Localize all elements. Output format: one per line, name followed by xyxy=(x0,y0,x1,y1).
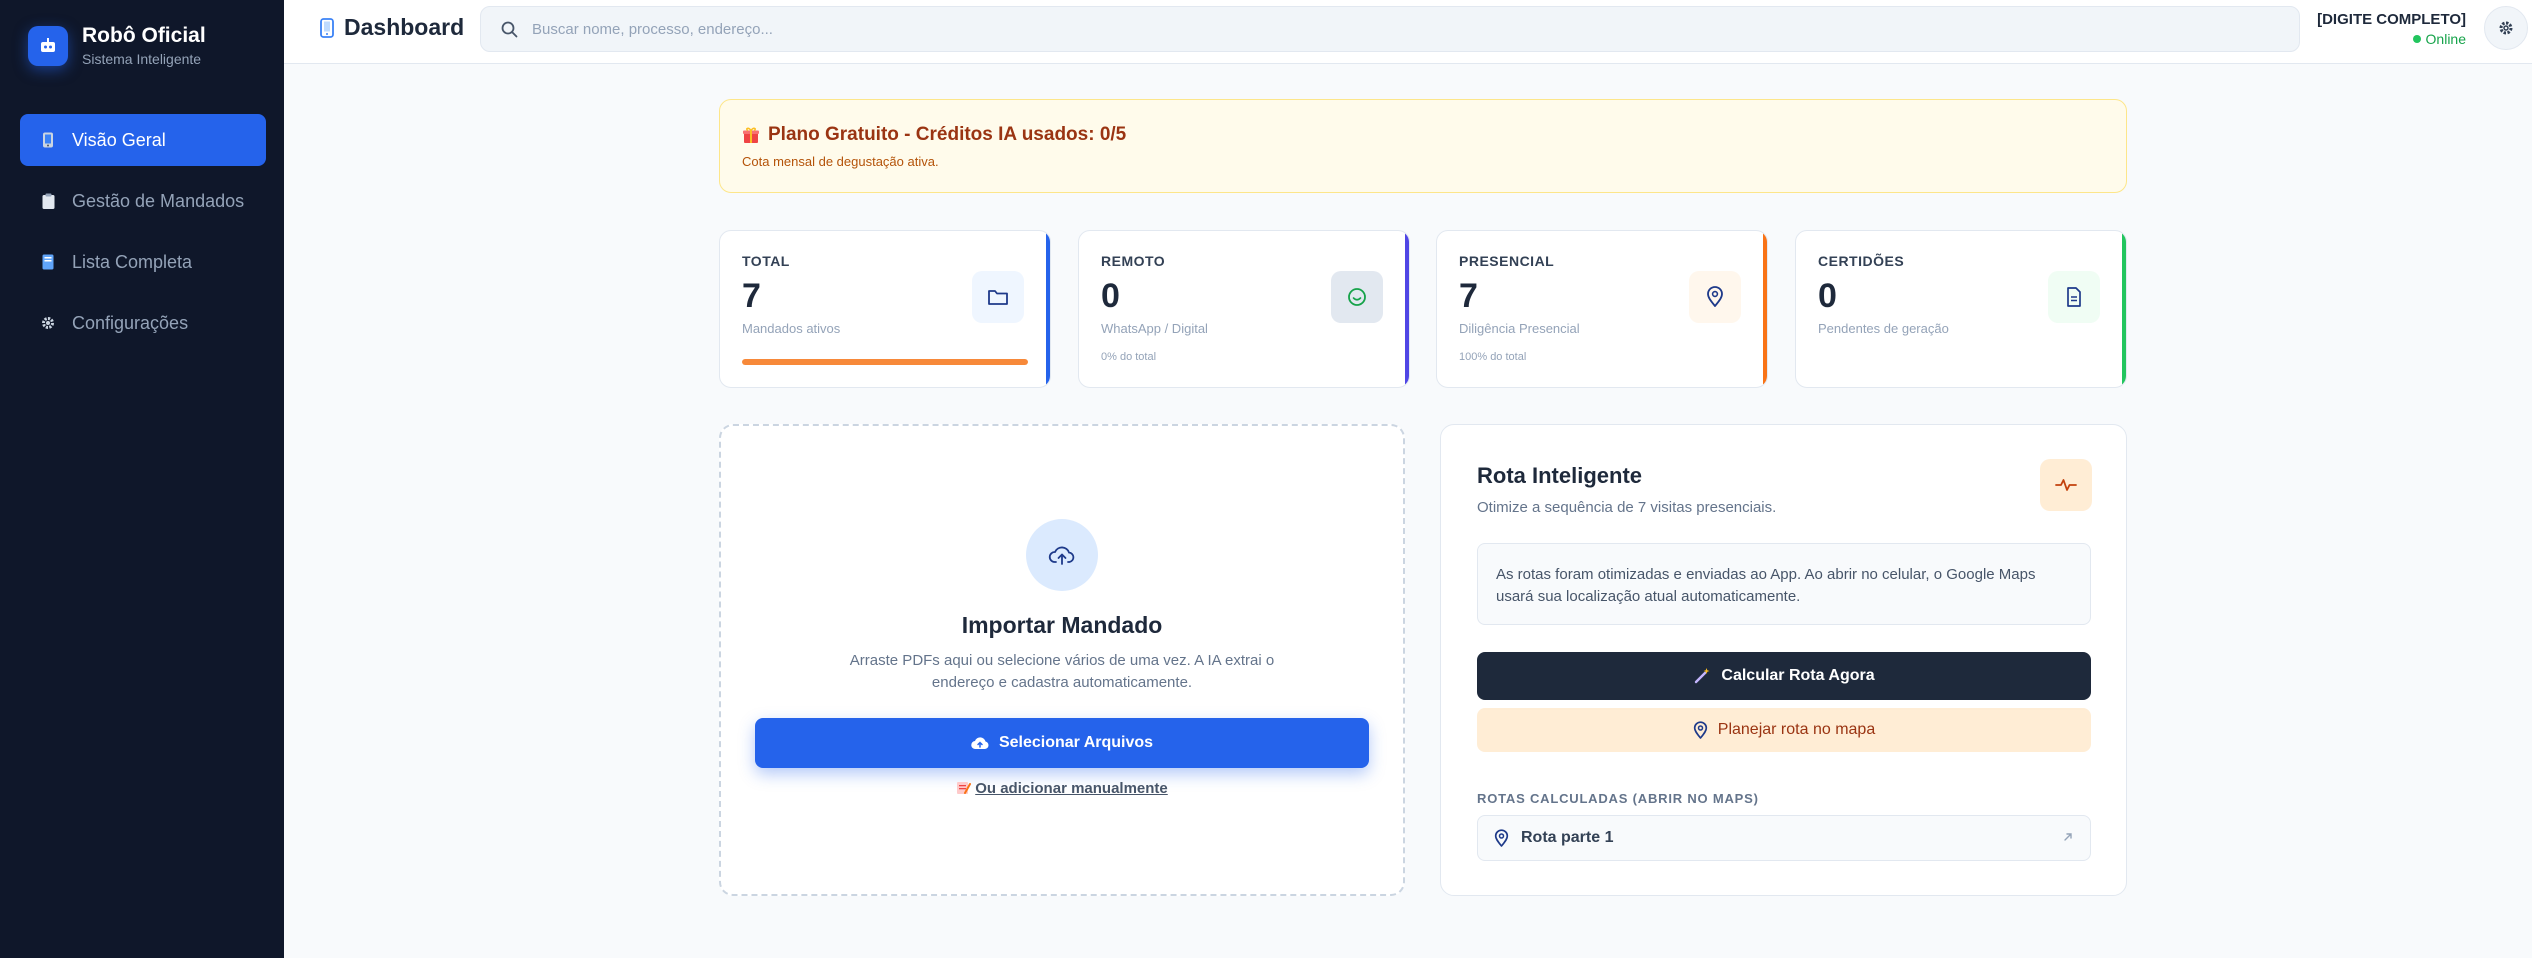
stat-description: Diligência Presencial xyxy=(1459,321,1580,336)
stat-card-presencial[interactable]: PRESENCIAL 7 Diligência Presencial 100% … xyxy=(1436,230,1768,388)
plan-banner: Plano Gratuito - Créditos IA usados: 0/5… xyxy=(719,99,2127,193)
route-info-box: As rotas foram otimizadas e enviadas ao … xyxy=(1477,543,2091,625)
user-status: Online xyxy=(2317,31,2466,47)
calculate-route-label: Calcular Rota Agora xyxy=(1721,667,1875,684)
map-pin-icon xyxy=(1693,720,1707,739)
route-item-label: Rota parte 1 xyxy=(1521,829,1614,846)
brand-title: Robô Oficial xyxy=(82,24,206,47)
stat-value: 7 xyxy=(742,277,761,315)
search-input[interactable] xyxy=(532,20,2232,38)
page-title: Dashboard xyxy=(320,14,464,41)
cloud-upload-icon xyxy=(971,737,989,750)
route-title: Rota Inteligente xyxy=(1477,463,1643,488)
plan-banner-title: Plano Gratuito - Créditos IA usados: 0/5 xyxy=(742,124,2104,146)
gift-icon xyxy=(743,127,759,143)
brand[interactable]: Robô Oficial Sistema Inteligente xyxy=(28,24,206,68)
sidebar-item-label: Visão Geral xyxy=(72,129,166,150)
stat-card-total[interactable]: TOTAL 7 Mandados ativos xyxy=(719,230,1051,388)
stat-description: Pendentes de geração xyxy=(1818,321,1949,336)
select-files-label: Selecionar Arquivos xyxy=(998,734,1154,751)
sidebar-item-lista-completa[interactable]: Lista Completa xyxy=(20,236,266,288)
stat-label: REMOTO xyxy=(1101,253,1166,269)
stat-card-remoto[interactable]: REMOTO 0 WhatsApp / Digital 0% do total xyxy=(1078,230,1410,388)
sidebar: Robô Oficial Sistema Inteligente Visão G… xyxy=(0,0,284,958)
settings-button[interactable] xyxy=(2484,6,2528,50)
page-title-text: Dashboard xyxy=(344,14,465,40)
stat-value: 0 xyxy=(1101,277,1120,315)
folder-icon xyxy=(972,271,1024,323)
stat-card-certidoes[interactable]: CERTIDÕES 0 Pendentes de geração xyxy=(1795,230,2127,388)
stat-description: Mandados ativos xyxy=(742,321,841,336)
user-name: [DIGITE COMPLETO] xyxy=(2317,11,2466,28)
stat-description: WhatsApp / Digital xyxy=(1101,321,1208,336)
plan-route-map-label: Planejar rota no mapa xyxy=(1717,721,1876,738)
stat-percentage: 0% do total xyxy=(1101,351,1157,363)
cloud-upload-icon xyxy=(1026,519,1098,591)
sidebar-item-configuracoes[interactable]: Configurações xyxy=(20,297,266,349)
sidebar-item-gestao-de-mandados[interactable]: Gestão de Mandados xyxy=(20,175,266,227)
total-progress-bar xyxy=(742,359,1028,365)
import-description: Arraste PDFs aqui ou selecione vários de… xyxy=(849,652,1275,691)
route-panel: Rota Inteligente Otimize a sequência de … xyxy=(1440,424,2127,896)
route-activity-icon xyxy=(2040,459,2092,511)
search-icon xyxy=(501,21,518,37)
stat-label: CERTIDÕES xyxy=(1818,253,1905,269)
route-list-item[interactable]: Rota parte 1 xyxy=(1477,815,2091,861)
top-header: Dashboard [DIGITE COMPLETO] Online xyxy=(284,0,2532,64)
sidebar-item-visao-geral[interactable]: Visão Geral xyxy=(20,114,266,166)
map-pin-icon xyxy=(1494,828,1509,847)
calculated-routes-header: ROTAS CALCULADAS (ABRIR NO MAPS) xyxy=(1477,791,1759,806)
user-status-text: Online xyxy=(2425,31,2466,47)
stat-value: 0 xyxy=(1818,277,1837,315)
map-pin-icon xyxy=(1689,271,1741,323)
total-progress-fill xyxy=(742,359,1028,365)
stat-label: TOTAL xyxy=(742,253,790,269)
mobile-icon xyxy=(320,17,334,38)
document-icon xyxy=(2048,271,2100,323)
plan-banner-title-text: Plano Gratuito - Créditos IA usados: 0/5 xyxy=(768,124,1127,145)
search-bar[interactable] xyxy=(480,6,2300,52)
sidebar-item-label: Gestão de Mandados xyxy=(72,190,245,211)
calculate-route-button[interactable]: Calcular Rota Agora xyxy=(1477,652,2091,700)
sidebar-item-label: Lista Completa xyxy=(72,251,193,272)
mobile-icon xyxy=(40,132,56,148)
gear-icon xyxy=(2499,21,2513,35)
select-files-button[interactable]: Selecionar Arquivos xyxy=(755,718,1369,768)
import-title: Importar Mandado xyxy=(961,612,1163,638)
external-link-icon xyxy=(2064,833,2072,841)
stat-accent-bar xyxy=(1046,231,1050,387)
stat-accent-bar xyxy=(2122,231,2126,387)
stat-label: PRESENCIAL xyxy=(1459,253,1555,269)
online-dot-icon xyxy=(2412,35,2421,43)
brand-subtitle: Sistema Inteligente xyxy=(82,51,202,67)
memo-icon xyxy=(957,782,972,794)
stat-accent-bar xyxy=(1405,231,1409,387)
stat-value: 7 xyxy=(1459,277,1478,315)
chat-icon xyxy=(1331,271,1383,323)
sidebar-nav: Visão Geral Gestão de Mandados Lista Com… xyxy=(20,114,266,358)
sidebar-item-label: Configurações xyxy=(72,312,189,333)
plan-route-map-button[interactable]: Planejar rota no mapa xyxy=(1477,708,2091,752)
gear-icon xyxy=(40,315,56,331)
stat-percentage: 100% do total xyxy=(1459,351,1527,363)
robot-icon xyxy=(28,26,68,66)
book-icon xyxy=(40,254,56,270)
plan-banner-subtitle: Cota mensal de degustação ativa. xyxy=(742,154,939,169)
route-subtitle: Otimize a sequência de 7 visitas presenc… xyxy=(1477,499,1777,516)
user-info[interactable]: [DIGITE COMPLETO] Online xyxy=(2317,11,2466,47)
import-dropzone[interactable]: Importar Mandado Arraste PDFs aqui ou se… xyxy=(719,424,1405,896)
add-manually-link[interactable]: Ou adicionar manualmente xyxy=(721,780,1403,797)
add-manually-label: Ou adicionar manualmente xyxy=(975,780,1168,797)
stat-accent-bar xyxy=(1763,231,1767,387)
clipboard-icon xyxy=(40,193,56,209)
magic-wand-icon xyxy=(1695,668,1710,684)
